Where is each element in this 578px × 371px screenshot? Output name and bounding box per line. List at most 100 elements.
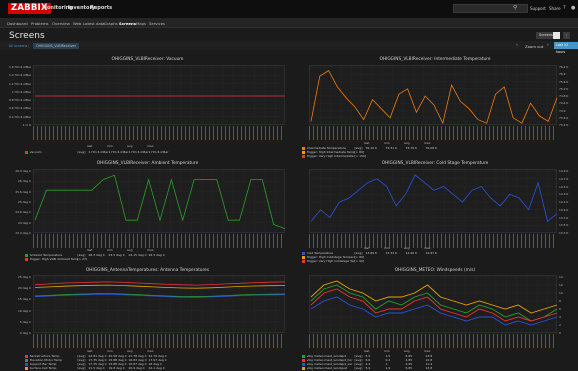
support-link[interactable]: Support [530,6,546,11]
page-title: Screens [9,31,45,41]
y-tick-label: 0 [559,331,561,335]
legend-column-header: avg [404,141,410,145]
x-axis-timestamps [33,334,285,348]
legend-column-header: min [107,248,113,252]
top-navigation-bar: ZABBIX Monitoring Inventory Reports ⚲ Su… [0,0,578,18]
y-tick-label: 1 Hm 6 mBar [11,89,31,94]
legend-item-func: [> 27] [77,257,88,261]
user-icon[interactable]: ● [571,5,575,11]
graph-title: OHIGGINS_METEO: Windspeeds (m/s) [394,268,476,273]
graph-plot-area[interactable] [33,275,286,334]
subnav-maps[interactable]: Maps [136,21,146,26]
search-icon[interactable]: ⚲ [513,5,517,11]
y-tick-label: 12 [559,283,563,287]
graph-title: OHIGGINS_VLBIReceiver: Vacuum [111,57,184,62]
subnav-screens[interactable]: Screens [119,21,136,26]
y-tick-label: 10 deg C [18,308,31,313]
legend-min-value: 1 Hm 6 mBar [108,150,129,154]
help-icon[interactable]: ? [563,5,566,11]
subnav-overview[interactable]: Overview [52,21,70,26]
y-tick-label: 26 deg C [18,179,31,184]
subnav-web[interactable]: Web [73,21,81,26]
legend-item-name: Trigger: High VLBI Ambient Temperature [29,257,78,261]
legend-max-value: 1 Hm 6 mBar [148,150,169,154]
y-tick-label: 14 [559,275,563,279]
legend-column-header: max [147,144,154,148]
y-tick-label: 14.5 K [559,184,569,189]
graph-svg [310,170,558,234]
subnav-graphs[interactable]: Graphs [104,21,118,26]
breadcrumb-bar: All screens / OHIGGINS_VLBIReceiver ‹ Zo… [0,41,578,54]
legend-last-value: 1 Hm 6 mBar [88,150,109,154]
graph-title: OHIGGINS_VLBIReceiver: Cold Stage Temper… [381,161,489,166]
fullscreen-button[interactable] [553,32,560,39]
graph-plot-area[interactable] [309,65,558,126]
y-tick-label: 13.5 K [559,223,569,228]
y-tick-label: 73.2 K [559,123,569,127]
time-range-button[interactable]: Last 12 hours [554,42,578,54]
y-tick-label: 4 [559,315,561,319]
y-tick-label: 14.9 K [559,169,569,173]
y-tick-label: 8 [559,299,561,303]
graph-panel: OHIGGINS_METEO: Windspeeds (m/s) 14 12 10 8 6… [295,267,575,371]
legend-item-name: Trigger: Very High Intermediate Temperat… [306,154,355,158]
legend-row: Trigger: High VLBI Ambient Temperature[>… [25,257,169,261]
graph-svg [310,276,558,334]
legend-column-header: max [424,141,431,145]
legend-column-header: max [147,349,154,353]
legend-column-header: avg [404,349,410,353]
subnav-latest-data[interactable]: Latest data [83,21,105,26]
time-next-icon[interactable]: › [547,43,549,48]
graph-svg [34,66,286,126]
legend-column-header: avg [127,349,133,353]
y-tick-label: 0.4 Hm 6 mBar [9,114,31,119]
y-tick-label: 0 deg C [19,331,31,335]
legend-min-value: 1.9 [385,366,391,370]
time-prev-icon[interactable]: ‹ [516,43,518,48]
legend-last-value: 5.9 [365,366,371,370]
subnav-dashboard[interactable]: Dashboard [7,21,28,26]
graph-plot-area[interactable] [33,65,286,126]
breadcrumb-current[interactable]: OHIGGINS_VLBIReceiver [33,43,79,49]
nav-reports[interactable]: Reports [90,5,112,11]
y-tick-label: 13.3 K [559,231,569,235]
subnav-problems[interactable]: Problems [31,21,49,26]
y-tick-label: 76 K [559,72,566,77]
subnav-services[interactable]: Services [149,21,165,26]
graph-plot-area[interactable] [309,275,558,334]
x-axis-timestamps [309,234,557,248]
legend-swatch [25,257,28,261]
legend-item-func: [avg] [77,150,86,154]
y-tick-label: 24 deg C [18,220,31,225]
y-tick-label: 25.6 deg C [15,189,31,194]
kebab-menu-icon[interactable]: ⋮ [563,32,570,39]
graph-plot-area[interactable] [33,169,286,234]
legend-row: vlbg meteo:mast_windgust [avg] 5.9 1.9 5.85 1… [302,366,446,370]
graph-title: OHIGGINS_AntennaTemperatures: Antenna Te… [85,268,210,273]
y-tick-label: 75.6 K [559,79,569,84]
y-tick-label: 24.6 deg C [15,210,31,215]
graph-title: OHIGGINS_VLBIReceiver: Ambient Temperatu… [96,161,199,166]
x-axis-timestamps [309,334,557,348]
graph-plot-area[interactable] [309,169,558,234]
graph-svg [310,66,558,126]
y-tick-label: 13.7 K [559,215,569,220]
y-tick-label: 14.3 K [559,192,569,197]
legend-column-header: last [87,349,93,353]
x-axis-timestamps [33,126,285,140]
legend-avg-value: 5.85 [405,366,413,370]
y-tick-label: 6 [559,307,561,311]
sub-navigation: Dashboard Problems Overview Web Latest d… [0,18,578,28]
zoom-out-button[interactable]: Zoom out [525,44,543,49]
graph-panel: OHIGGINS_VLBIReceiver: Vacuum 1.6 Hm 6 mB… [5,56,290,156]
legend-column-header: min [384,349,390,353]
legend-avg-value: 20.9 deg C [128,366,145,370]
graph-panel: OHIGGINS_VLBIReceiver: Intermediate Temp… [295,56,575,158]
breadcrumb-all-screens[interactable]: All screens [9,44,27,48]
y-tick-label: 2 [559,323,561,327]
legend-row: Surface Cell Temp [avg] 21.5 deg C 19.8 deg… [25,366,169,370]
legend-swatch [302,259,305,263]
y-tick-label: 1.6 Hm 6 mBar [9,65,31,69]
y-tick-label: 76.4 K [559,65,569,69]
share-link[interactable]: Share [549,6,561,11]
